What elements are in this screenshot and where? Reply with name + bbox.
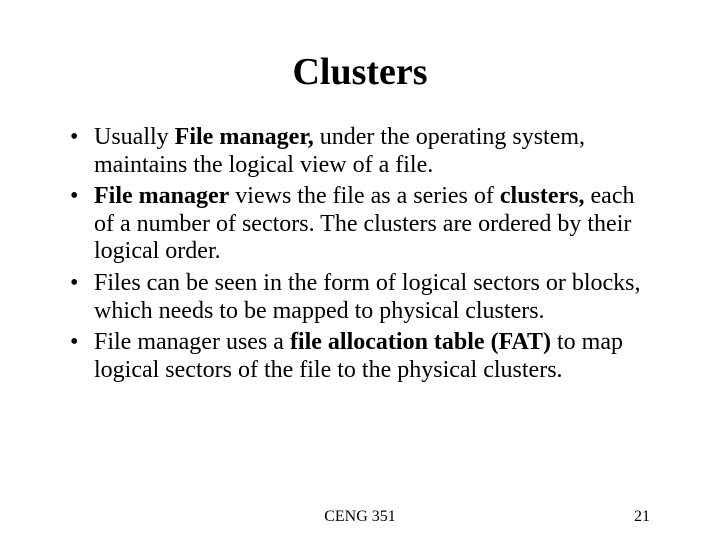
slide-title: Clusters bbox=[70, 50, 650, 94]
bullet-bold: file allocation table (FAT) bbox=[290, 329, 551, 355]
list-item: Usually File manager, under the operatin… bbox=[70, 124, 650, 179]
bullet-text: File manager uses a bbox=[94, 329, 290, 355]
slide: Clusters Usually File manager, under the… bbox=[0, 0, 720, 540]
list-item: File manager views the file as a series … bbox=[70, 183, 650, 266]
bullet-bold: File manager bbox=[94, 183, 229, 209]
bullet-list: Usually File manager, under the operatin… bbox=[70, 124, 650, 384]
bullet-text: views the file as a series of bbox=[229, 183, 500, 209]
list-item: Files can be seen in the form of logical… bbox=[70, 270, 650, 325]
bullet-text: Usually bbox=[94, 124, 175, 150]
footer-page-number: 21 bbox=[634, 508, 650, 526]
bullet-bold: clusters, bbox=[500, 183, 585, 209]
bullet-bold: File manager, bbox=[175, 124, 314, 150]
footer-course: CENG 351 bbox=[324, 508, 396, 526]
bullet-text: Files can be seen in the form of logical… bbox=[94, 270, 641, 324]
list-item: File manager uses a file allocation tabl… bbox=[70, 329, 650, 384]
